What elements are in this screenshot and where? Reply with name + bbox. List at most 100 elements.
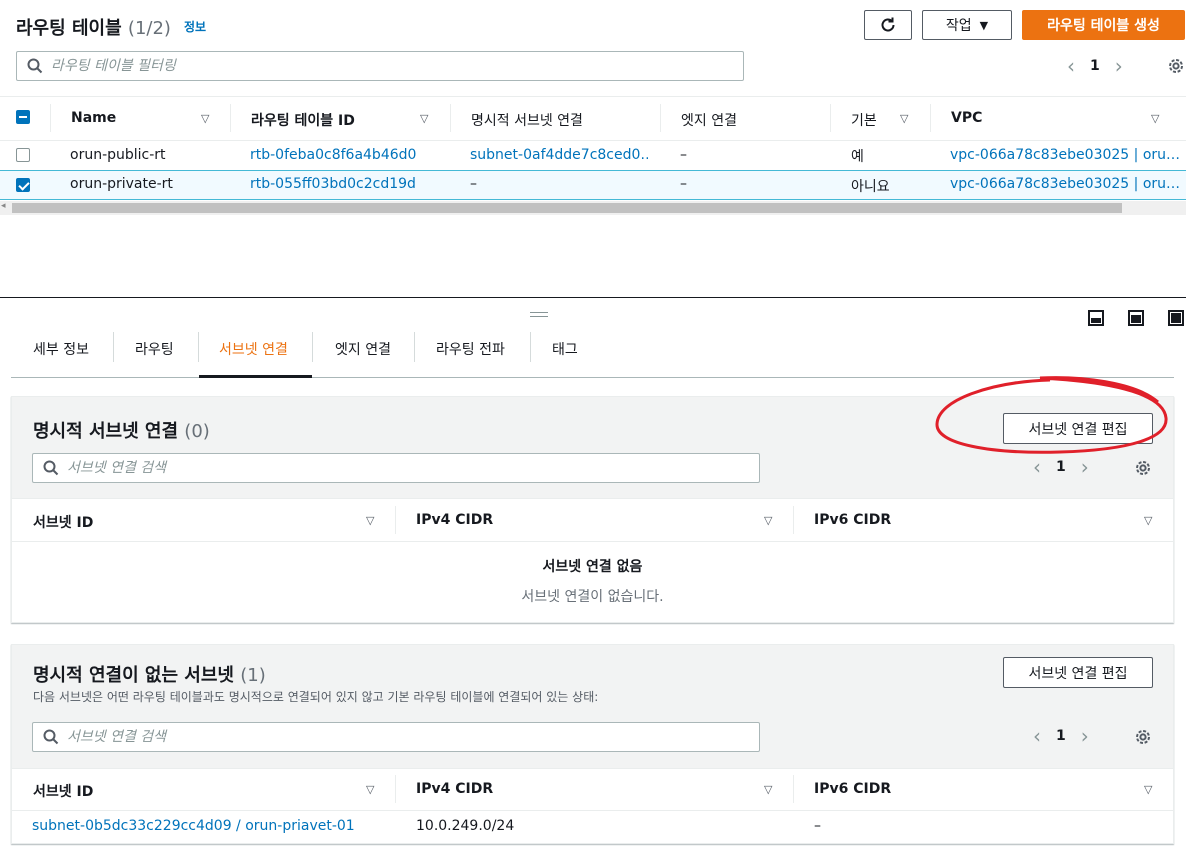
drag-handle-icon[interactable] — [530, 312, 548, 317]
sort-caret-icon[interactable]: ▽ — [764, 783, 772, 796]
sort-caret-icon[interactable]: ▽ — [1144, 783, 1152, 796]
tab-edge-associations[interactable]: 엣지 연결 — [335, 339, 391, 359]
tab-route-propagation[interactable]: 라우팅 전파 — [436, 339, 505, 359]
actions-button[interactable]: 작업 ▼ — [922, 10, 1012, 40]
explicit-subnet-search-input[interactable] — [67, 460, 712, 476]
search-icon — [43, 729, 59, 745]
route-table-id-link[interactable]: rtb-0feba0c8f6a4b46d0 — [250, 147, 416, 163]
main-flag: 예 — [851, 149, 864, 165]
chevron-left-icon[interactable]: ‹ — [1056, 54, 1086, 78]
caret-down-icon: ▼ — [979, 18, 989, 32]
create-route-table-button[interactable]: 라우팅 테이블 생성 — [1022, 10, 1185, 40]
column-header-ipv4[interactable]: IPv4 CIDR — [416, 512, 493, 528]
sort-caret-icon[interactable]: ▽ — [420, 112, 428, 125]
page-title-count: (1/2) — [127, 18, 171, 39]
table-row[interactable]: subnet-0b5dc33c229cc4d09 / orun-priavet-… — [12, 811, 1173, 841]
settings-gear-icon[interactable] — [1134, 728, 1152, 746]
column-header-name[interactable]: Name — [71, 110, 116, 126]
empty-state-description: 서브넷 연결이 없습니다. — [521, 589, 664, 605]
sort-caret-icon[interactable]: ▽ — [1151, 112, 1159, 125]
edge-association: – — [680, 147, 687, 163]
page-number[interactable]: 1 — [1086, 58, 1104, 74]
column-header-subnet-id[interactable]: 서브넷 ID — [33, 781, 93, 801]
sort-caret-icon[interactable]: ▽ — [900, 112, 908, 125]
panel-full-icon[interactable] — [1168, 310, 1184, 326]
sort-caret-icon[interactable]: ▽ — [764, 514, 772, 527]
route-table-id-link[interactable]: rtb-055ff03bd0c2cd19d — [250, 176, 416, 192]
scroll-left-arrow-icon[interactable]: ◂ — [1, 201, 6, 211]
tab-details[interactable]: 세부 정보 — [33, 339, 89, 359]
explicit-pagination: ‹ 1 › — [1022, 455, 1100, 479]
route-table-filter[interactable] — [16, 51, 744, 81]
explicit-title-count: (0) — [184, 421, 210, 442]
route-table-name: orun-private-rt — [70, 176, 173, 192]
explicit-subnet-search[interactable] — [32, 453, 760, 483]
chevron-right-icon[interactable]: › — [1104, 54, 1134, 78]
implicit-title-text: 명시적 연결이 없는 서브넷 — [33, 665, 234, 686]
column-header-subnet-id[interactable]: 서브넷 ID — [33, 512, 93, 532]
row-checkbox[interactable] — [16, 178, 30, 192]
refresh-icon — [881, 17, 895, 32]
column-header-ipv6[interactable]: IPv6 CIDR — [814, 512, 891, 528]
route-table-pagination: ‹ 1 › — [1056, 54, 1134, 78]
vpc-link[interactable]: vpc-066a78c83ebe03025 | oru… — [950, 147, 1186, 163]
explicit-title-text: 명시적 서브넷 연결 — [33, 421, 179, 442]
column-header-ipv6[interactable]: IPv6 CIDR — [814, 781, 891, 797]
refresh-button[interactable] — [864, 10, 912, 40]
column-header-explicit-subnet[interactable]: 명시적 서브넷 연결 — [471, 110, 583, 130]
route-table-filter-input[interactable] — [51, 58, 696, 74]
explicit-subnet-value: – — [470, 176, 477, 192]
column-header-vpc[interactable]: VPC — [951, 110, 982, 126]
vpc-link[interactable]: vpc-066a78c83ebe03025 | oru… — [950, 176, 1186, 192]
select-all-checkbox[interactable] — [16, 110, 30, 124]
tab-tags[interactable]: 태그 — [552, 339, 578, 359]
sort-caret-icon[interactable]: ▽ — [201, 112, 209, 125]
chevron-left-icon[interactable]: ‹ — [1022, 724, 1052, 748]
implicit-subnet-search-input[interactable] — [67, 729, 712, 745]
chevron-right-icon[interactable]: › — [1070, 724, 1100, 748]
horizontal-scrollbar[interactable]: ◂ — [0, 201, 1186, 215]
sort-caret-icon[interactable]: ▽ — [366, 514, 374, 527]
implicit-panel-title: 명시적 연결이 없는 서브넷 (1) — [33, 661, 266, 687]
explicit-panel-title: 명시적 서브넷 연결 (0) — [33, 417, 210, 443]
page-title-text: 라우팅 테이블 — [16, 18, 122, 39]
ipv4-cidr-value: 10.0.249.0/24 — [416, 818, 515, 834]
page-title: 라우팅 테이블 (1/2) — [16, 14, 171, 40]
scrollbar-thumb[interactable] — [12, 203, 1122, 213]
subnet-id-link[interactable]: subnet-0b5dc33c229cc4d09 / orun-priavet-… — [32, 818, 355, 834]
edge-association: – — [680, 176, 687, 192]
panel-side-icon[interactable] — [1128, 310, 1144, 326]
chevron-right-icon[interactable]: › — [1070, 455, 1100, 479]
implicit-pagination: ‹ 1 › — [1022, 724, 1100, 748]
explicit-subnet-link[interactable]: subnet-0af4dde7c8ced0… — [470, 147, 648, 163]
sort-caret-icon[interactable]: ▽ — [1144, 514, 1152, 527]
chevron-left-icon[interactable]: ‹ — [1022, 455, 1052, 479]
ipv6-cidr-value: – — [814, 818, 821, 834]
implicit-title-count: (1) — [240, 665, 266, 686]
implicit-subnet-search[interactable] — [32, 722, 760, 752]
page-number[interactable]: 1 — [1052, 728, 1070, 744]
settings-gear-icon[interactable] — [1167, 57, 1185, 75]
column-header-route-table-id[interactable]: 라우팅 테이블 ID — [251, 110, 355, 130]
table-row-selected[interactable]: orun-private-rt rtb-055ff03bd0c2cd19d – … — [0, 170, 1186, 200]
sort-caret-icon[interactable]: ▽ — [366, 783, 374, 796]
column-header-edge[interactable]: 엣지 연결 — [681, 110, 737, 130]
tab-subnet-associations[interactable]: 서브넷 연결 — [219, 339, 288, 359]
column-header-ipv4[interactable]: IPv4 CIDR — [416, 781, 493, 797]
create-route-table-label: 라우팅 테이블 생성 — [1047, 18, 1160, 34]
info-link[interactable]: 정보 — [184, 18, 206, 35]
edit-subnet-associations-button[interactable]: 서브넷 연결 편집 — [1003, 657, 1153, 688]
empty-state-title: 서브넷 연결 없음 — [542, 559, 643, 575]
tab-routes[interactable]: 라우팅 — [135, 339, 174, 359]
row-checkbox[interactable] — [16, 148, 30, 162]
panel-bottom-icon[interactable] — [1088, 310, 1104, 326]
split-panel-divider[interactable] — [0, 297, 1186, 298]
column-header-main[interactable]: 기본 — [851, 110, 877, 130]
actions-label: 작업 — [945, 18, 972, 34]
active-tab-indicator — [199, 375, 312, 378]
implicit-panel-description: 다음 서브넷은 어떤 라우팅 테이블과도 명시적으로 연결되어 있지 않고 기본… — [33, 690, 599, 704]
table-row[interactable]: orun-public-rt rtb-0feba0c8f6a4b46d0 sub… — [0, 141, 1186, 170]
search-icon — [27, 58, 43, 74]
settings-gear-icon[interactable] — [1134, 459, 1152, 477]
page-number[interactable]: 1 — [1052, 459, 1070, 475]
